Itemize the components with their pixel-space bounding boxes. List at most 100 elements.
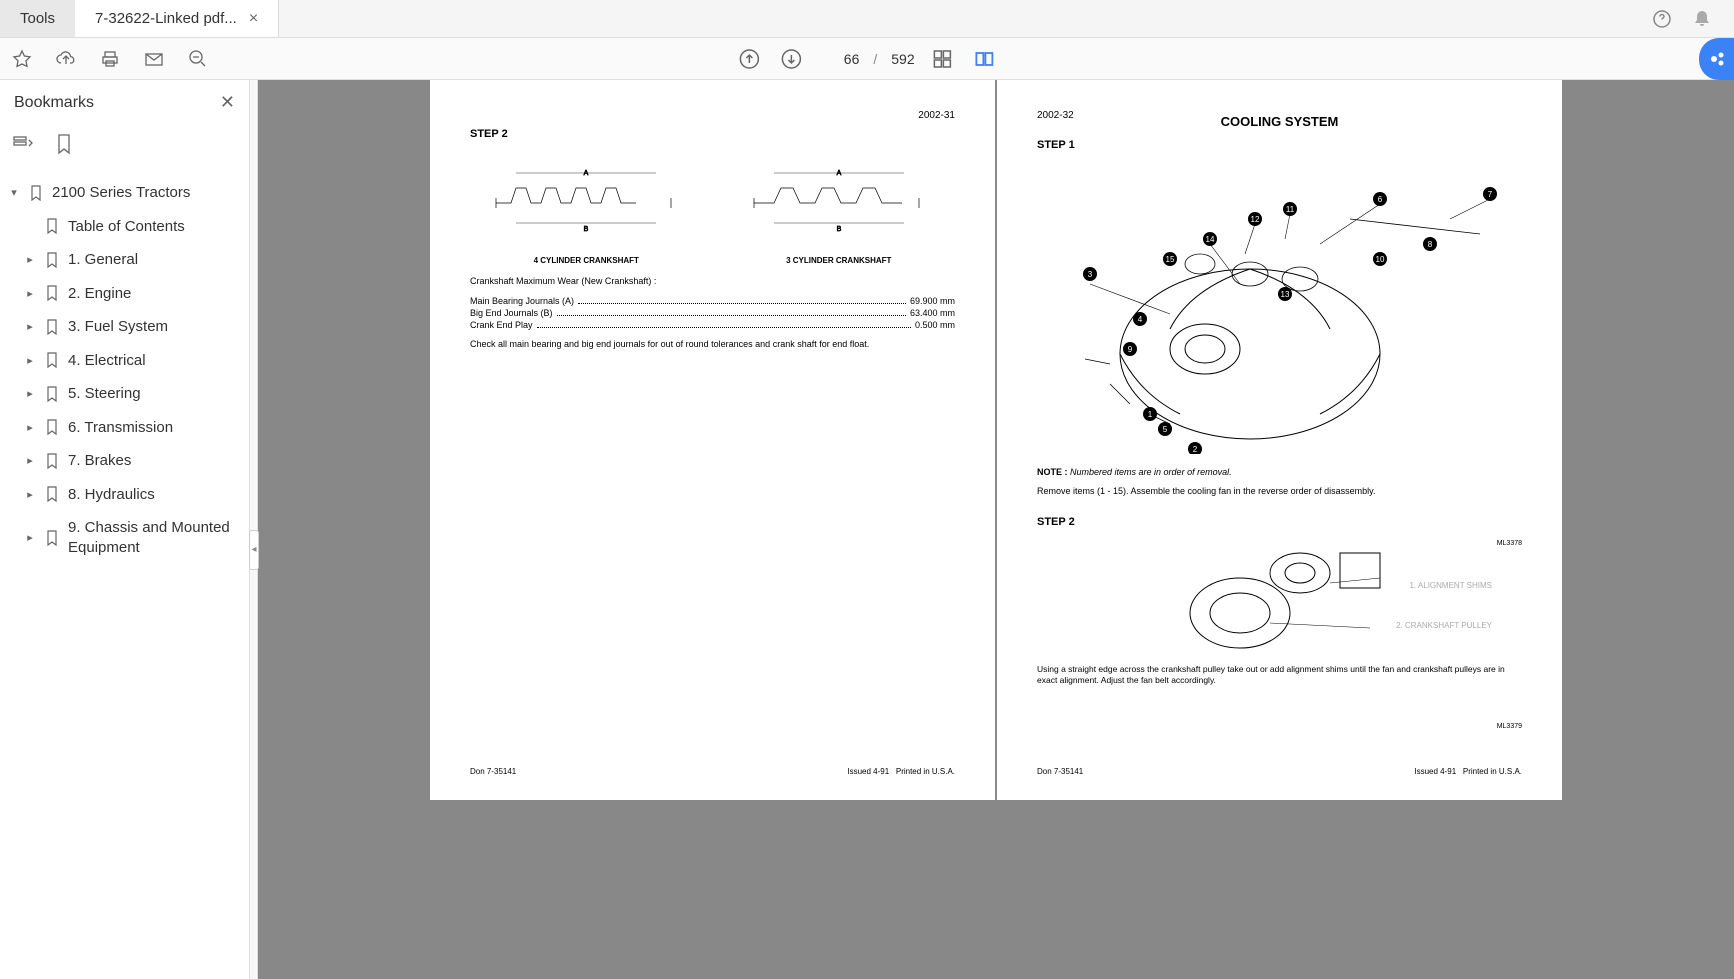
crankshaft-diagram-4cyl: A B bbox=[470, 158, 703, 248]
step-heading: STEP 2 bbox=[1037, 516, 1522, 528]
remove-text: Remove items (1 - 15). Assemble the cool… bbox=[1037, 485, 1522, 498]
step-heading: STEP 1 bbox=[1037, 139, 1522, 151]
share-button[interactable] bbox=[1699, 38, 1734, 80]
tree-root[interactable]: ▾ 2100 Series Tractors bbox=[0, 176, 249, 210]
callout: 1. ALIGNMENT SHIMS bbox=[1409, 581, 1492, 590]
bookmarks-title: Bookmarks bbox=[14, 94, 94, 112]
page-number-input[interactable] bbox=[819, 51, 859, 67]
document-tab-label: 7-32622-Linked pdf... bbox=[95, 10, 237, 27]
expand-icon[interactable]: ▸ bbox=[24, 354, 36, 367]
note-text: NOTE : Numbered items are in order of re… bbox=[1037, 467, 1522, 477]
tree-item-toc[interactable]: Table of Contents bbox=[0, 210, 249, 244]
svg-text:2: 2 bbox=[1192, 445, 1197, 454]
tools-tab-label: Tools bbox=[20, 10, 55, 27]
expand-icon[interactable]: ▸ bbox=[24, 488, 36, 501]
tab-bar: Tools 7-32622-Linked pdf... × bbox=[0, 0, 1734, 38]
two-page-icon[interactable] bbox=[971, 45, 999, 73]
lead-text: Crankshaft Maximum Wear (New Crankshaft)… bbox=[470, 275, 955, 288]
bell-icon[interactable] bbox=[1690, 7, 1714, 31]
svg-text:1: 1 bbox=[1147, 410, 1152, 419]
page-number: 2002-32 bbox=[1037, 110, 1074, 121]
bookmark-icon bbox=[44, 319, 60, 335]
expand-icon[interactable]: ▸ bbox=[24, 531, 36, 544]
tree-item-transmission[interactable]: ▸ 6. Transmission bbox=[0, 411, 249, 445]
tree-item-general[interactable]: ▸ 1. General bbox=[0, 243, 249, 277]
single-page-icon[interactable] bbox=[929, 45, 957, 73]
step-heading: STEP 2 bbox=[470, 128, 955, 140]
svg-text:14: 14 bbox=[1205, 235, 1214, 244]
svg-text:13: 13 bbox=[1280, 290, 1289, 299]
svg-text:5: 5 bbox=[1162, 425, 1167, 434]
print-icon[interactable] bbox=[96, 45, 124, 73]
page-up-icon[interactable] bbox=[735, 45, 763, 73]
cloud-upload-icon[interactable] bbox=[52, 45, 80, 73]
document-viewer[interactable]: 2002-31 STEP 2 A B 4 CYLINDER CRANKSHA bbox=[258, 80, 1734, 979]
tree-label: 1. General bbox=[68, 250, 241, 270]
tree-label: 3. Fuel System bbox=[68, 317, 241, 337]
page-footer: Don 7-35141 Issued 4-91 Printed in U.S.A… bbox=[470, 767, 955, 776]
cooling-fan-diagram: 1 2 3 4 5 6 7 8 9 10 11 12 13 bbox=[1037, 159, 1522, 459]
callout: 2. CRANKSHAFT PULLEY bbox=[1396, 621, 1492, 630]
tree-label: 7. Brakes bbox=[68, 451, 241, 471]
tree-item-electrical[interactable]: ▸ 4. Electrical bbox=[0, 344, 249, 378]
page-footer: Don 7-35141 Issued 4-91 Printed in U.S.A… bbox=[1037, 767, 1522, 776]
collapse-icon[interactable]: ▾ bbox=[8, 186, 20, 199]
svg-text:A: A bbox=[584, 170, 589, 177]
tree-item-hydraulics[interactable]: ▸ 8. Hydraulics bbox=[0, 478, 249, 512]
tree-label: 4. Electrical bbox=[68, 351, 241, 371]
bookmarks-panel: Bookmarks ✕ ▾ 2100 Series Tractors Table… bbox=[0, 80, 250, 979]
panel-resizer[interactable]: ◂ bbox=[250, 80, 258, 979]
tree-item-chassis[interactable]: ▸ 9. Chassis and Mounted Equipment bbox=[0, 511, 249, 564]
email-icon[interactable] bbox=[140, 45, 168, 73]
bookmark-icon bbox=[44, 386, 60, 402]
expand-icon[interactable]: ▸ bbox=[24, 253, 36, 266]
svg-text:A: A bbox=[836, 170, 841, 177]
tree-label: 5. Steering bbox=[68, 384, 241, 404]
svg-text:10: 10 bbox=[1375, 255, 1384, 264]
star-icon[interactable] bbox=[8, 45, 36, 73]
tree-item-fuel[interactable]: ▸ 3. Fuel System bbox=[0, 310, 249, 344]
collapse-handle-icon[interactable]: ◂ bbox=[249, 530, 259, 570]
help-icon[interactable] bbox=[1650, 7, 1674, 31]
bookmark-icon bbox=[44, 453, 60, 469]
svg-text:6: 6 bbox=[1377, 195, 1382, 204]
zoom-out-icon[interactable] bbox=[184, 45, 212, 73]
page-number: 2002-31 bbox=[918, 110, 955, 121]
svg-text:11: 11 bbox=[1285, 205, 1294, 214]
toolbar: / 592 bbox=[0, 38, 1734, 80]
svg-text:9: 9 bbox=[1127, 345, 1132, 354]
document-tab[interactable]: 7-32622-Linked pdf... × bbox=[75, 0, 279, 37]
page-down-icon[interactable] bbox=[777, 45, 805, 73]
tree-item-engine[interactable]: ▸ 2. Engine bbox=[0, 277, 249, 311]
expand-icon[interactable]: ▸ bbox=[24, 454, 36, 467]
spec-row: Main Bearing Journals (A)69.900 mm bbox=[470, 296, 955, 306]
expand-icon[interactable]: ▸ bbox=[24, 387, 36, 400]
bookmark-icon bbox=[44, 252, 60, 268]
tree-root-label: 2100 Series Tractors bbox=[52, 183, 241, 203]
tree-item-steering[interactable]: ▸ 5. Steering bbox=[0, 377, 249, 411]
bookmark-icon bbox=[44, 352, 60, 368]
expand-icon[interactable]: ▸ bbox=[24, 287, 36, 300]
bookmark-tree: ▾ 2100 Series Tractors Table of Contents… bbox=[0, 170, 249, 570]
options-icon[interactable] bbox=[12, 133, 34, 155]
page-total: 592 bbox=[891, 51, 914, 67]
diagram-caption: 3 CYLINDER CRANKSHAFT bbox=[723, 256, 956, 265]
svg-text:3: 3 bbox=[1087, 270, 1092, 279]
tools-tab[interactable]: Tools bbox=[0, 0, 75, 37]
svg-text:7: 7 bbox=[1487, 190, 1492, 199]
close-icon[interactable]: × bbox=[249, 10, 258, 28]
expand-icon[interactable]: ▸ bbox=[24, 421, 36, 434]
spec-row: Big End Journals (B)63.400 mm bbox=[470, 308, 955, 318]
tree-label: 6. Transmission bbox=[68, 418, 241, 438]
spec-row: Crank End Play0.500 mm bbox=[470, 320, 955, 330]
bookmark-icon bbox=[44, 530, 60, 546]
close-panel-icon[interactable]: ✕ bbox=[220, 92, 235, 113]
tree-label: 8. Hydraulics bbox=[68, 485, 241, 505]
expand-icon[interactable]: ▸ bbox=[24, 320, 36, 333]
bookmark-icon bbox=[44, 218, 60, 234]
tree-item-brakes[interactable]: ▸ 7. Brakes bbox=[0, 444, 249, 478]
find-bookmark-icon[interactable] bbox=[54, 133, 74, 155]
paragraph: Using a straight edge across the cranksh… bbox=[1037, 664, 1522, 688]
svg-text:8: 8 bbox=[1427, 240, 1432, 249]
bookmark-icon bbox=[44, 419, 60, 435]
